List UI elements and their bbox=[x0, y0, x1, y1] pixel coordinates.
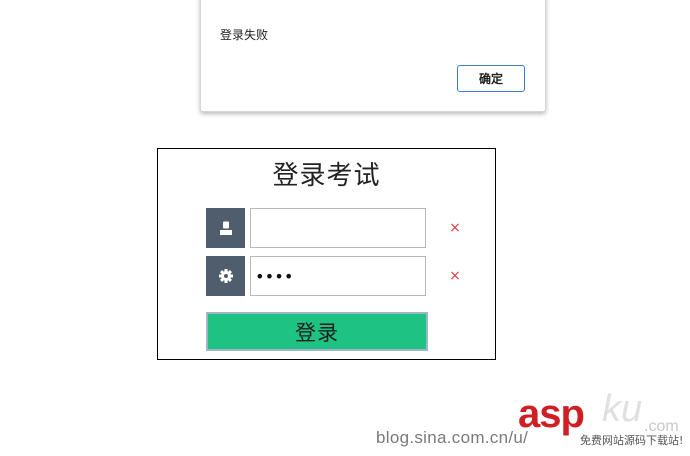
user-icon-glyph bbox=[219, 221, 232, 235]
gear-icon-glyph bbox=[218, 269, 233, 283]
gear-icon bbox=[206, 256, 245, 296]
watermark-brand-ku: ku bbox=[602, 388, 643, 430]
login-form: 登录考试 × × 登录 bbox=[157, 148, 496, 360]
password-row bbox=[206, 256, 436, 296]
alert-ok-button[interactable]: 确定 bbox=[457, 65, 525, 92]
alert-message: 登录失败 bbox=[220, 28, 269, 42]
login-button[interactable]: 登录 bbox=[206, 312, 428, 351]
alert-dialog: 登录失败 确定 bbox=[200, 0, 546, 112]
username-error-icon: × bbox=[449, 220, 461, 236]
watermark-blog-url: blog.sina.com.cn/u/ bbox=[376, 428, 529, 447]
user-icon bbox=[206, 208, 245, 248]
page: 登录失败 确定 登录考试 × × 登录 ku .com asp blog.sin… bbox=[0, 0, 690, 456]
watermark-slogan: 免费网站源码下载站! bbox=[580, 434, 684, 447]
password-input[interactable] bbox=[250, 256, 426, 296]
username-input[interactable] bbox=[250, 208, 426, 248]
password-error-icon: × bbox=[449, 268, 461, 284]
username-row bbox=[206, 208, 436, 248]
login-title: 登录考试 bbox=[272, 161, 381, 191]
watermark: ku .com asp blog.sina.com.cn/u/ 免费网站源码下载… bbox=[376, 388, 686, 454]
